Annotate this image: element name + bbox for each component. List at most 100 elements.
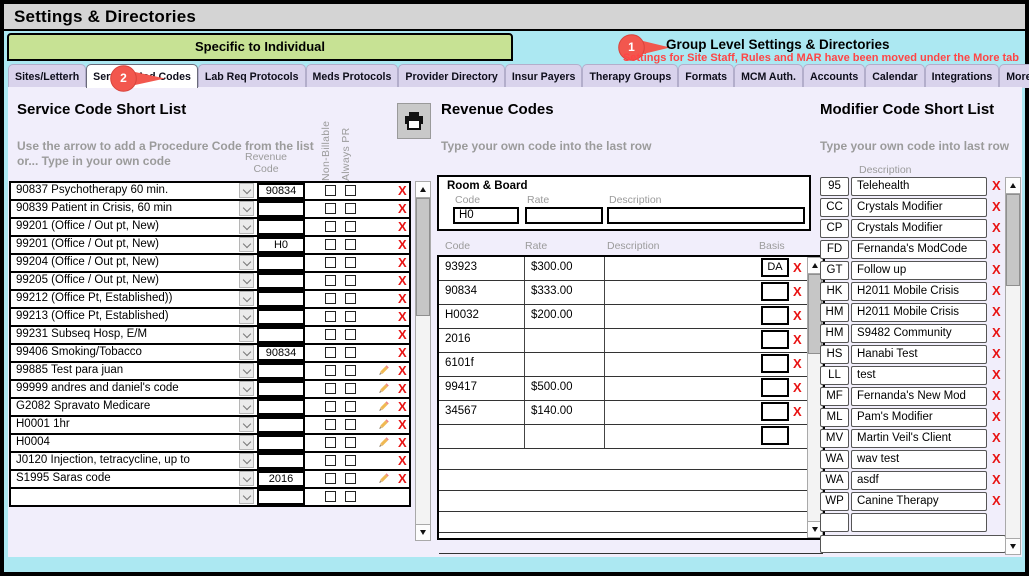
revenue-code-input[interactable]: [257, 381, 305, 397]
delete-icon[interactable]: X: [992, 409, 1001, 424]
always-pr-checkbox[interactable]: [345, 239, 356, 250]
revenue-code-input[interactable]: [257, 291, 305, 307]
always-pr-checkbox[interactable]: [345, 437, 356, 448]
modifier-desc-cell[interactable]: wav test: [851, 450, 987, 469]
delete-icon[interactable]: X: [793, 284, 802, 299]
delete-icon[interactable]: X: [992, 472, 1001, 487]
revenue-code-input[interactable]: [257, 453, 305, 469]
scrollbar-thumb[interactable]: [416, 198, 430, 316]
revenue-code-input[interactable]: 90834: [257, 183, 305, 199]
tab-integrations[interactable]: Integrations: [925, 64, 1000, 88]
basis-input[interactable]: [761, 354, 789, 373]
always-pr-checkbox[interactable]: [345, 329, 356, 340]
revenue-rate-cell[interactable]: $300.00: [525, 257, 605, 280]
procedure-code-dropdown[interactable]: 99201 (Office / Out pt, New): [12, 237, 254, 252]
scrollbar-thumb[interactable]: [1006, 194, 1020, 286]
dropdown-arrow-button[interactable]: [239, 363, 254, 378]
revenue-code-input[interactable]: [257, 219, 305, 235]
non-billable-checkbox[interactable]: [325, 311, 336, 322]
procedure-code-dropdown[interactable]: 99406 Smoking/Tobacco: [12, 345, 254, 360]
modifier-desc-cell[interactable]: Martin Veil's Client: [851, 429, 987, 448]
room-board-desc-input[interactable]: [607, 207, 805, 224]
basis-input[interactable]: [761, 426, 789, 445]
modifier-desc-cell[interactable]: asdf: [851, 471, 987, 490]
delete-icon[interactable]: X: [992, 325, 1001, 340]
non-billable-checkbox[interactable]: [325, 257, 336, 268]
edit-icon[interactable]: [376, 400, 390, 414]
basis-input[interactable]: [761, 306, 789, 325]
modifier-desc-cell[interactable]: Fernanda's ModCode: [851, 240, 987, 259]
room-board-code-input[interactable]: H0: [453, 207, 519, 224]
procedure-code-dropdown[interactable]: H0004: [12, 435, 254, 450]
procedure-code-dropdown[interactable]: 99885 Test para juan: [12, 363, 254, 378]
procedure-code-dropdown[interactable]: H0001 1hr: [12, 417, 254, 432]
basis-input[interactable]: [761, 402, 789, 421]
print-button[interactable]: [397, 103, 431, 139]
revenue-desc-cell[interactable]: [605, 377, 757, 400]
modifier-desc-cell[interactable]: Crystals Modifier: [851, 198, 987, 217]
non-billable-checkbox[interactable]: [325, 329, 336, 340]
revenue-code-input[interactable]: [257, 435, 305, 451]
revenue-code-input[interactable]: 90834: [257, 345, 305, 361]
room-board-rate-input[interactable]: [525, 207, 603, 224]
delete-icon[interactable]: X: [398, 327, 407, 343]
procedure-code-dropdown[interactable]: 99231 Subseq Hosp, E/M: [12, 327, 254, 342]
modifier-code-cell[interactable]: [820, 513, 849, 532]
delete-icon[interactable]: X: [398, 273, 407, 289]
edit-icon[interactable]: [376, 382, 390, 396]
dropdown-arrow-button[interactable]: [239, 399, 254, 414]
revenue-code-input[interactable]: H0: [257, 237, 305, 253]
delete-icon[interactable]: X: [992, 199, 1001, 214]
modifier-desc-cell[interactable]: [851, 513, 987, 532]
dropdown-arrow-button[interactable]: [239, 183, 254, 198]
revenue-desc-cell[interactable]: [605, 329, 757, 352]
delete-icon[interactable]: X: [992, 451, 1001, 466]
delete-icon[interactable]: X: [992, 430, 1001, 445]
dropdown-arrow-button[interactable]: [239, 237, 254, 252]
non-billable-checkbox[interactable]: [325, 473, 336, 484]
delete-icon[interactable]: X: [398, 399, 407, 415]
delete-icon[interactable]: X: [992, 367, 1001, 382]
modifier-code-cell[interactable]: HS: [820, 345, 849, 364]
non-billable-checkbox[interactable]: [325, 185, 336, 196]
edit-icon[interactable]: [376, 364, 390, 378]
always-pr-checkbox[interactable]: [345, 419, 356, 430]
delete-icon[interactable]: X: [398, 255, 407, 271]
delete-icon[interactable]: X: [398, 183, 407, 199]
delete-icon[interactable]: X: [992, 283, 1001, 298]
dropdown-arrow-button[interactable]: [239, 435, 254, 450]
revenue-code-cell[interactable]: H0032: [439, 305, 525, 328]
delete-icon[interactable]: X: [398, 201, 407, 217]
non-billable-checkbox[interactable]: [325, 491, 336, 502]
dropdown-arrow-button[interactable]: [239, 489, 254, 504]
non-billable-checkbox[interactable]: [325, 401, 336, 412]
delete-icon[interactable]: X: [992, 388, 1001, 403]
revenue-rate-cell[interactable]: $333.00: [525, 281, 605, 304]
always-pr-checkbox[interactable]: [345, 473, 356, 484]
revenue-code-input[interactable]: [257, 273, 305, 289]
delete-icon[interactable]: X: [793, 308, 802, 323]
procedure-code-dropdown[interactable]: 99213 (Office Pt, Established): [12, 309, 254, 324]
revenue-code-input[interactable]: [257, 309, 305, 325]
delete-icon[interactable]: X: [793, 260, 802, 275]
always-pr-checkbox[interactable]: [345, 257, 356, 268]
service-list-scrollbar[interactable]: [415, 181, 431, 541]
tab-mcm-auth[interactable]: MCM Auth.: [734, 64, 803, 88]
dropdown-arrow-button[interactable]: [239, 291, 254, 306]
revenue-code-input[interactable]: 2016: [257, 471, 305, 487]
revenue-code-input[interactable]: [257, 255, 305, 271]
modifier-code-cell[interactable]: HK: [820, 282, 849, 301]
dropdown-arrow-button[interactable]: [239, 453, 254, 468]
modifier-code-cell[interactable]: WA: [820, 471, 849, 490]
always-pr-checkbox[interactable]: [345, 455, 356, 466]
edit-icon[interactable]: [376, 436, 390, 450]
procedure-code-dropdown[interactable]: S1995 Saras code: [12, 471, 254, 486]
delete-icon[interactable]: X: [398, 345, 407, 361]
modifier-code-cell[interactable]: GT: [820, 261, 849, 280]
delete-icon[interactable]: X: [992, 493, 1001, 508]
delete-icon[interactable]: X: [992, 346, 1001, 361]
delete-icon[interactable]: X: [398, 219, 407, 235]
modifier-code-cell[interactable]: WA: [820, 450, 849, 469]
always-pr-checkbox[interactable]: [345, 275, 356, 286]
non-billable-checkbox[interactable]: [325, 275, 336, 286]
